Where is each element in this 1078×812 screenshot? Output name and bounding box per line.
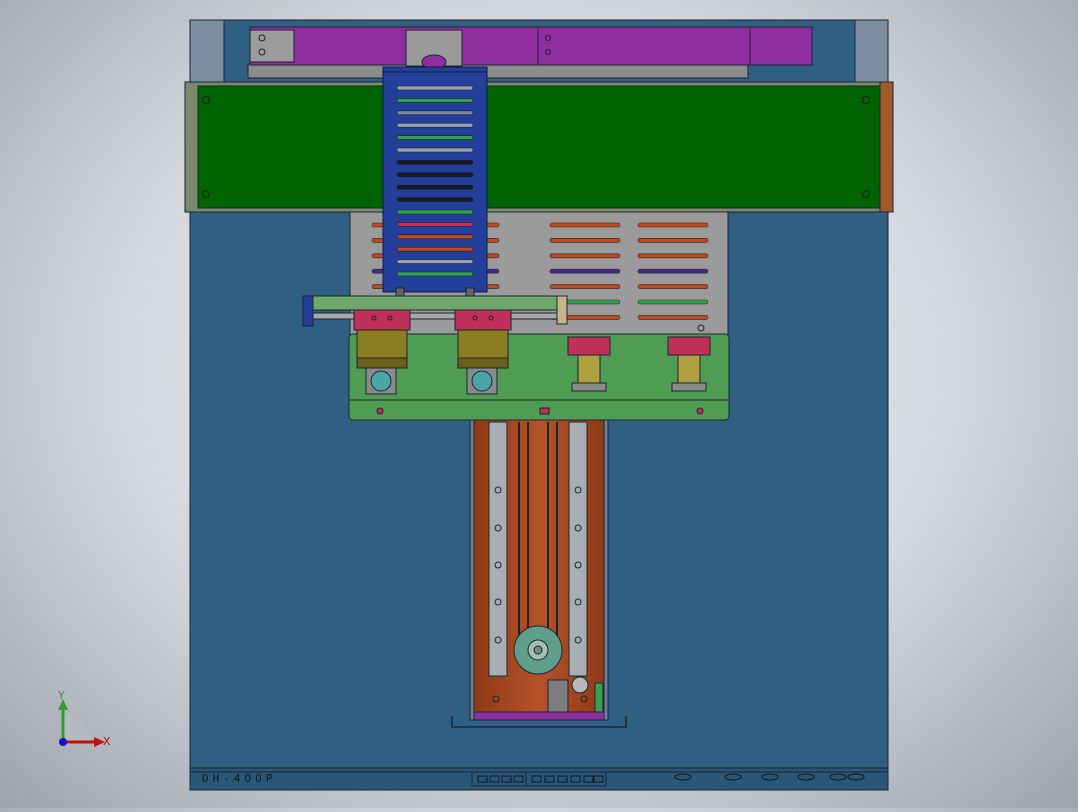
base-left-label: DH-4OOP [202,772,276,785]
module-slot [396,209,474,215]
panel-slot [486,222,500,228]
blue-slotted-module[interactable] [382,66,488,297]
panel-slot [637,238,709,243]
module-slot [396,184,474,190]
panel-slot [486,253,500,259]
module-slot [396,234,474,240]
panel-slot [486,284,500,289]
panel-slot [637,284,709,289]
panel-slot [371,238,385,243]
panel-slot [371,253,385,259]
module-slot [396,98,474,103]
panel-slot [637,299,709,305]
panel-slot [371,284,385,289]
panel-slot [371,268,385,274]
module-slot [396,122,474,128]
module-slot [396,271,474,277]
module-slot [396,246,474,252]
module-slot [396,197,474,202]
triad-plane [63,716,90,742]
module-slot [396,147,474,153]
panel-slot [637,315,709,320]
panel-slot [549,222,621,228]
panel-slot [637,253,709,259]
x-axis-label: X [103,735,111,748]
panel-slot [549,284,621,289]
top-rail[interactable] [247,26,813,79]
module-slot [396,135,474,140]
y-axis-label: Y [57,689,65,702]
cad-viewport[interactable]: DH-4OOP Y X [0,0,1078,808]
module-slot [396,160,474,165]
coordinate-triad: Y X [57,689,111,748]
panel-slot [486,238,500,243]
machine-assembly-drawing[interactable]: DH-4OOP Y X [0,0,1078,808]
module-slot [396,85,474,91]
module-slot [396,110,474,116]
panel-slot [371,222,385,228]
panel-slot [549,268,621,274]
top-corner-block-left [189,19,225,83]
panel-slot [549,253,621,259]
panel-slot [486,268,500,274]
module-slot [396,172,474,178]
top-corner-block-right [854,19,889,83]
module-slot [396,222,474,227]
linear-slide[interactable] [451,419,627,728]
z-axis-point [59,738,67,746]
panel-slot [637,222,709,228]
panel-slot [637,268,709,274]
panel-slot [549,238,621,243]
green-beam[interactable] [184,81,894,213]
module-slot [396,259,474,264]
